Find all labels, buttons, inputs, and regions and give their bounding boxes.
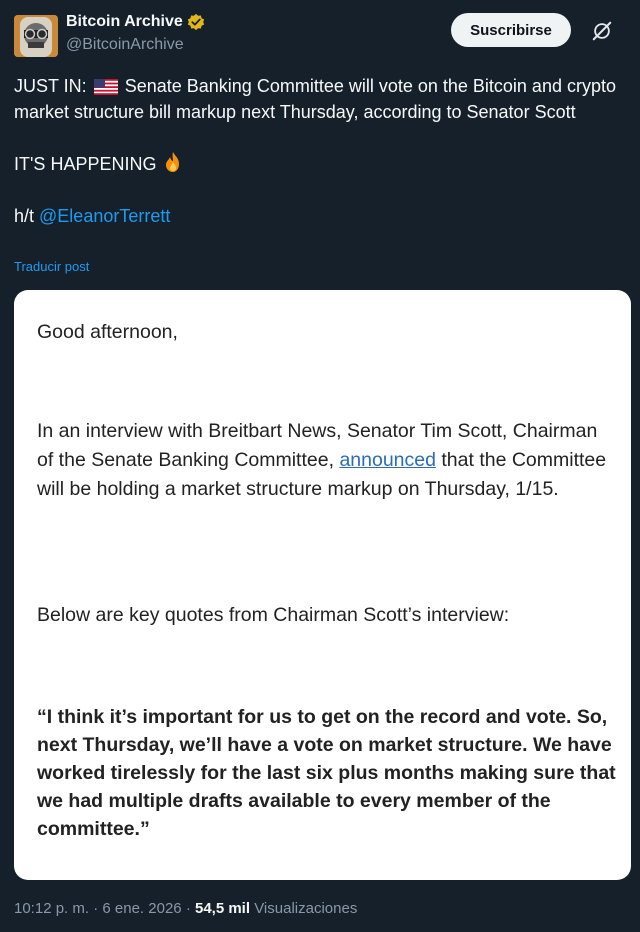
meta-separator: · <box>185 900 191 917</box>
meta-separator: · <box>93 900 99 917</box>
avatar[interactable] <box>14 15 58 57</box>
fire-icon <box>166 152 180 172</box>
views-count: 54,5 mil <box>194 900 251 917</box>
translate-post-link[interactable]: Traducir post <box>14 259 89 274</box>
mention-link[interactable]: @EleanorTerrett <box>39 206 170 226</box>
post-time[interactable]: 10:12 p. m. <box>14 900 89 917</box>
tweet-line-1: JUST IN: Senate Banking Committee will v… <box>14 73 626 125</box>
author-name-row: Bitcoin Archive <box>66 13 205 31</box>
tweet-line2-text: IT'S HAPPENING <box>14 154 157 174</box>
email-paragraph-2: Below are key quotes from Chairman Scott… <box>37 604 510 626</box>
tweet-header: Bitcoin Archive @BitcoinArchive Suscribi… <box>14 13 626 57</box>
announced-link: announced <box>339 449 436 471</box>
attached-image[interactable]: Good afternoon, In an interview with Bre… <box>14 290 631 880</box>
author-handle[interactable]: @BitcoinArchive <box>66 36 184 54</box>
views-label: Visualizaciones <box>254 900 358 917</box>
us-flag-icon <box>93 79 118 95</box>
email-paragraph-1: In an interview with Breitbart News, Sen… <box>37 417 617 504</box>
subscribe-button[interactable]: Suscribirse <box>451 13 571 47</box>
tweet-line1-prefix: JUST IN: <box>14 76 87 96</box>
post-date[interactable]: 6 ene. 2026 <box>102 900 181 917</box>
email-quote: “I think it’s important for us to get on… <box>37 706 616 840</box>
grok-icon[interactable] <box>591 20 613 42</box>
tweet-meta: 10:12 p. m. · 6 ene. 2026 · 54,5 mil Vis… <box>14 900 357 917</box>
email-greeting: Good afternoon, <box>37 321 178 343</box>
verified-badge-icon <box>187 13 204 31</box>
tweet-body: JUST IN: Senate Banking Committee will v… <box>14 73 626 229</box>
hat-tip-prefix: h/t <box>14 206 35 226</box>
author-display-name[interactable]: Bitcoin Archive <box>66 13 183 31</box>
tweet-line-3: h/t @EleanorTerrett <box>14 203 626 229</box>
tweet-line-2: IT'S HAPPENING <box>14 151 626 177</box>
